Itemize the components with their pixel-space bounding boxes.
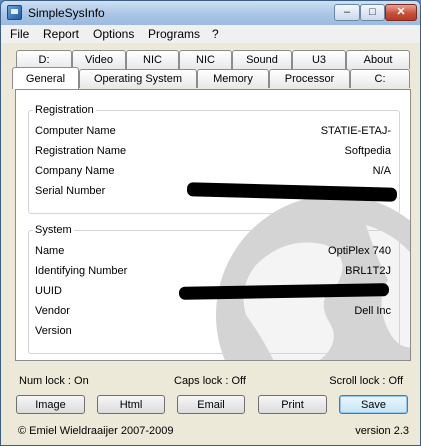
copyright-text: © Emiel Wieldraaijer 2007-2009 [18, 425, 174, 437]
minimize-button[interactable]: – [334, 4, 360, 21]
tab-drive-c[interactable]: C: [350, 69, 410, 88]
num-lock-status: Num lock : On [19, 375, 89, 387]
tab-nic-1[interactable]: NIC [126, 50, 179, 69]
serial-number-label: Serial Number [35, 185, 106, 197]
company-name-label: Company Name [35, 165, 115, 177]
computer-name-value: STATIE-ETAJ- [320, 125, 391, 137]
general-panel: Registration Computer Name STATIE-ETAJ- … [15, 89, 411, 361]
version-text: version 2.3 [355, 425, 409, 437]
vendor-label: Vendor [35, 305, 70, 317]
close-icon: ✕ [396, 6, 406, 18]
menu-programs[interactable]: Programs [148, 27, 200, 41]
tab-about[interactable]: About [346, 50, 410, 69]
system-group: System Name OptiPlex 740 Identifying Num… [28, 224, 400, 354]
maximize-button[interactable]: □ [360, 4, 385, 21]
tab-memory[interactable]: Memory [197, 69, 269, 88]
title-bar[interactable]: SimpleSysInfo – □ ✕ [1, 1, 420, 25]
tab-processor[interactable]: Processor [269, 69, 350, 88]
html-button[interactable]: Html [97, 395, 165, 414]
registration-group-title: Registration [33, 104, 96, 116]
vendor-value: Dell Inc [354, 305, 391, 317]
save-button[interactable]: Save [339, 395, 408, 414]
tab-general[interactable]: General [12, 67, 79, 89]
close-button[interactable]: ✕ [385, 4, 417, 21]
identifying-number-value: BRL1T2J [345, 265, 391, 277]
caps-lock-status: Caps lock : Off [174, 375, 246, 387]
tab-u3[interactable]: U3 [292, 50, 346, 69]
version-label: Version [35, 325, 72, 337]
maximize-icon: □ [369, 6, 376, 18]
minimize-icon: – [343, 6, 351, 18]
menu-file[interactable]: File [10, 27, 29, 41]
app-window: SimpleSysInfo – □ ✕ File Report Options … [0, 0, 421, 446]
app-icon [7, 5, 22, 20]
image-button[interactable]: Image [16, 395, 85, 414]
uuid-label: UUID [35, 285, 62, 297]
email-button[interactable]: Email [177, 395, 245, 414]
tab-row-bottom: General Operating System Memory Processo… [1, 67, 420, 89]
serial-number-redaction [186, 182, 398, 202]
menu-help[interactable]: ? [212, 27, 219, 41]
menu-bar: File Report Options Programs ? [1, 25, 420, 43]
tab-nic-2[interactable]: NIC [179, 50, 232, 69]
registration-name-value: Softpedia [344, 145, 391, 157]
identifying-number-label: Identifying Number [35, 265, 128, 277]
menu-report[interactable]: Report [43, 27, 79, 41]
registration-group: Registration Computer Name STATIE-ETAJ- … [28, 104, 400, 214]
computer-name-label: Computer Name [35, 125, 116, 137]
registration-name-label: Registration Name [35, 145, 127, 157]
uuid-redaction [178, 283, 390, 300]
print-button[interactable]: Print [258, 395, 327, 414]
window-title: SimpleSysInfo [28, 6, 105, 20]
scroll-lock-status: Scroll lock : Off [329, 375, 403, 387]
menu-options[interactable]: Options [93, 27, 134, 41]
tab-video[interactable]: Video [72, 50, 126, 69]
company-name-value: N/A [372, 165, 391, 177]
tab-operating-system[interactable]: Operating System [79, 69, 197, 88]
system-name-label: Name [35, 245, 65, 257]
tab-sound[interactable]: Sound [232, 50, 292, 69]
system-name-value: OptiPlex 740 [328, 245, 391, 257]
system-group-title: System [33, 224, 74, 236]
